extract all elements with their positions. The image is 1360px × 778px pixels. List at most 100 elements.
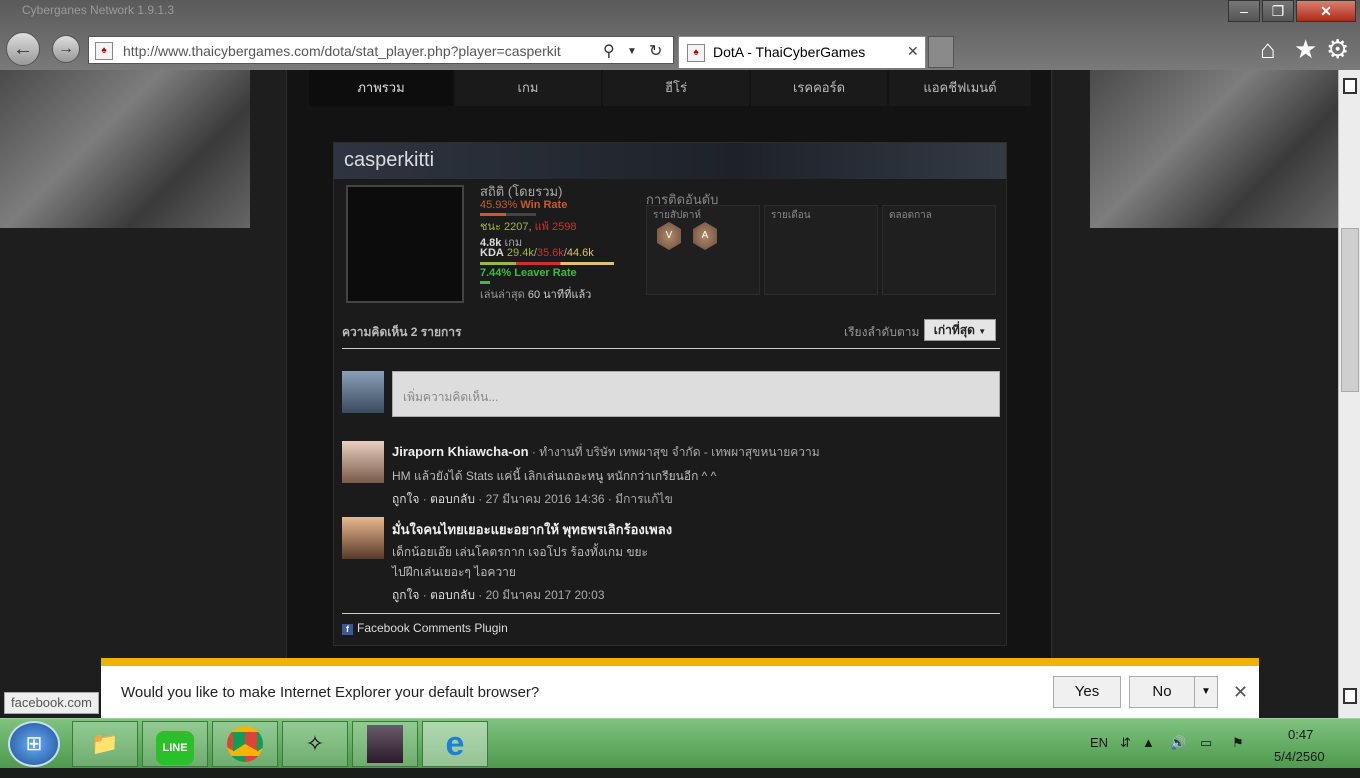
add-comment-input[interactable]: เพิ่มความคิดเห็น... (392, 371, 1000, 417)
network-icon[interactable]: ▭ (1200, 735, 1212, 751)
reply-link[interactable]: ตอบกลับ (430, 492, 475, 506)
maximize-button[interactable]: ❐ (1262, 0, 1294, 22)
forward-button[interactable]: → (52, 35, 80, 63)
file-explorer-icon[interactable]: 📁 (72, 721, 138, 767)
tab-achievements[interactable]: แอคชีฟเมนต์ (889, 70, 1031, 106)
no-button[interactable]: No (1129, 676, 1195, 708)
last-played-label: เล่นล่าสุด (480, 289, 525, 301)
kda-assists: 44.6k (566, 247, 594, 259)
current-user-avatar (342, 371, 384, 413)
address-bar[interactable]: ♠ http://www.thaicybergames.com/dota/sta… (88, 36, 674, 64)
clock-date[interactable]: 5/4/2560 (1274, 749, 1325, 764)
commenter-name-text[interactable]: มั่นใจคนไทยเยอะแยะอยากให้ พุทธพรเลิกร้อง… (392, 522, 672, 537)
facebook-plugin-link[interactable]: f Facebook Comments Plugin (342, 621, 508, 635)
losses-label: แพ้ (534, 221, 549, 233)
scroll-thumb[interactable] (1341, 228, 1359, 392)
commenter-avatar[interactable] (342, 441, 384, 483)
commenter-name-text[interactable]: Jiraporn Khiawcha-on (392, 444, 529, 459)
win-rate-label: Win Rate (520, 199, 568, 211)
kda-kills: 29.4k (506, 247, 534, 259)
input-method-icon[interactable]: ⇵ (1120, 735, 1131, 751)
rank-medal-icon[interactable]: V (657, 222, 681, 250)
scroll-down-arrow[interactable] (1343, 688, 1357, 704)
leaver-rate: 7.44% Leaver Rate (480, 267, 577, 279)
window-title: Cyberganes Network 1.9.1.3 (22, 3, 175, 17)
vertical-scrollbar[interactable] (1338, 70, 1360, 718)
tab-records[interactable]: เรคคอร์ด (751, 70, 887, 106)
url-text[interactable]: http://www.thaicybergames.com/dota/stat_… (123, 43, 593, 59)
close-notification-icon[interactable]: ✕ (1233, 682, 1248, 703)
like-link[interactable]: ถูกใจ (392, 492, 419, 506)
comment-date[interactable]: 20 มีนาคม 2017 20:03 (486, 588, 605, 602)
reply-link[interactable]: ตอบกลับ (430, 588, 475, 602)
leaver-rate-bar-fill (480, 281, 490, 284)
volume-icon[interactable]: 🔊 (1170, 735, 1186, 751)
site-favicon-icon: ♠ (95, 42, 113, 60)
browser-tab[interactable]: ♠ DotA - ThaiCyberGames ✕ (678, 36, 926, 68)
win-rate-bar-fill (480, 213, 506, 216)
rank-medal-icon[interactable]: A (693, 222, 717, 250)
scroll-up-arrow[interactable] (1343, 78, 1357, 94)
player-name: casperkitti (344, 149, 435, 171)
clock-time[interactable]: 0:47 (1288, 727, 1313, 742)
comment-text: เด็กน้อยเอ๊ย เล่นโคตรกาก เจอโปร ร้องทั้ง… (392, 545, 649, 559)
plugin-label[interactable]: Facebook Comments Plugin (357, 621, 508, 635)
search-icon[interactable]: ⚲ (603, 41, 615, 61)
sort-dropdown[interactable]: เก่าที่สุด ▼ (924, 319, 996, 341)
close-window-button[interactable]: ✕ (1296, 0, 1356, 22)
game-launcher-icon[interactable]: ✧ (282, 721, 348, 767)
language-indicator[interactable]: EN (1090, 735, 1108, 750)
start-button[interactable]: ⊞ (8, 721, 60, 767)
site-nav-tabs: ภาพรวม เกม ฮีโร่ เรคคอร์ด แอคชีฟเมนต์ (309, 70, 1031, 106)
commenter-name[interactable]: มั่นใจคนไทยเยอะแยะอยากให้ พุทธพรเลิกร้อง… (392, 519, 672, 540)
win-rate: 45.93% Win Rate (480, 199, 567, 211)
tab-heroes[interactable]: ฮีโร่ (603, 70, 749, 106)
show-hidden-icons-icon[interactable]: ▲ (1142, 735, 1155, 750)
last-played: เล่นล่าสุด 60 นาทีที่แล้ว (480, 285, 591, 303)
commenter-meta: · ทำงานที่ บริษัท เทพผาสุข จำกัด - เทพผา… (528, 445, 820, 459)
chrome-icon[interactable] (212, 721, 278, 767)
tab-overview[interactable]: ภาพรวม (309, 70, 453, 106)
losses-value: 2598 (551, 221, 577, 233)
warcraft-icon[interactable] (352, 721, 418, 767)
background-art-right (1090, 70, 1338, 228)
player-avatar (346, 185, 464, 303)
new-tab-button[interactable] (928, 36, 954, 68)
wins-label: ชนะ (480, 221, 501, 233)
kda-deaths: 35.6k (536, 247, 564, 259)
settings-gear-icon[interactable]: ⚙ (1326, 34, 1349, 65)
internet-explorer-icon[interactable]: e (422, 721, 488, 767)
divider (342, 348, 1000, 349)
tab-close-icon[interactable]: ✕ (907, 43, 919, 60)
dropdown-arrow-icon[interactable]: ▼ (627, 46, 637, 57)
ranking-alltime-label: ตลอดกาล (889, 210, 932, 221)
ranking-monthly-box: รายเดือน (764, 205, 878, 295)
action-center-flag-icon[interactable]: ⚑ (1232, 735, 1244, 751)
notification-message: Would you like to make Internet Explorer… (121, 684, 540, 701)
commenter-name[interactable]: Jiraporn Khiawcha-on · ทำงานที่ บริษัท เ… (392, 443, 820, 462)
win-rate-value: 45.93% (480, 199, 518, 211)
kda-label: KDA (480, 247, 504, 259)
comment-date[interactable]: 27 มีนาคม 2016 14:36 (486, 492, 605, 506)
line-app-icon[interactable]: LINE (142, 721, 208, 767)
comment-text: HM แล้วยังได้ Stats แค่นี้ เลิกเล่นเถอะห… (392, 469, 717, 483)
ranking-monthly-label: รายเดือน (771, 210, 811, 221)
home-icon[interactable]: ⌂ (1260, 34, 1276, 65)
kda-bar (480, 262, 614, 265)
refresh-icon[interactable]: ↻ (649, 41, 662, 61)
wins-value: 2207 (503, 221, 529, 233)
divider (342, 613, 1000, 614)
yes-button[interactable]: Yes (1053, 676, 1121, 708)
back-button[interactable]: ← (6, 32, 40, 66)
like-link[interactable]: ถูกใจ (392, 588, 419, 602)
tab-favicon-icon: ♠ (687, 44, 705, 62)
commenter-avatar[interactable] (342, 517, 384, 559)
tab-games[interactable]: เกม (455, 70, 601, 106)
player-profile-panel: casperkitti สถิติ (โดยรวม) 45.93% Win Ra… (333, 142, 1007, 646)
minimize-button[interactable]: – (1228, 0, 1260, 22)
options-dropdown-icon[interactable]: ▼ (1194, 676, 1218, 708)
web-page: ภาพรวม เกม ฮีโร่ เรคคอร์ด แอคชีฟเมนต์ ca… (0, 70, 1338, 718)
favorites-star-icon[interactable]: ★ (1294, 34, 1317, 65)
edited-label: มีการแก้ไข (615, 492, 673, 506)
tab-title: DotA - ThaiCyberGames (713, 44, 866, 60)
